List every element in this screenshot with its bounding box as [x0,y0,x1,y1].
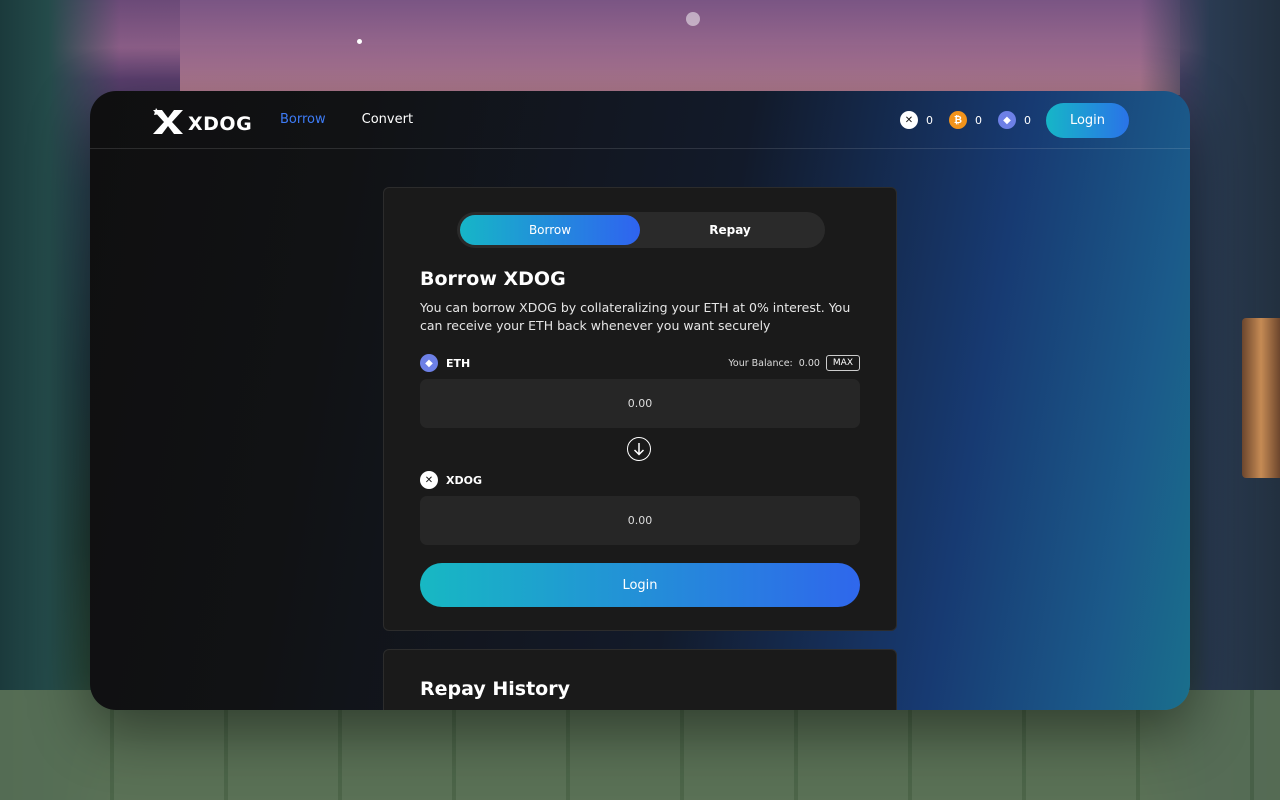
eth-amount-input[interactable] [420,379,860,428]
tab-borrow[interactable]: Borrow [460,215,640,245]
background-lantern [1242,318,1280,478]
to-token-row: ✕ XDOG [420,470,860,490]
header-login-button[interactable]: Login [1046,103,1129,138]
main-nav: Borrow Convert [280,112,413,127]
balance-value: 0.00 [798,357,820,369]
background-star [686,12,700,26]
borrow-repay-tabs: Borrow Repay [457,212,825,248]
xdog-icon: ✕ [420,471,438,489]
card-title: Borrow XDOG [420,268,566,290]
wallet-balances: ✕ 0 ₿ 0 ◆ 0 [900,111,1031,129]
from-token-row: ◆ ETH Your Balance: 0.00 MAX [420,353,860,373]
xdog-amount-input[interactable] [420,496,860,545]
nav-item-convert[interactable]: Convert [362,112,413,127]
arrow-down-icon[interactable] [627,437,651,461]
app-window: XDOG Borrow Convert ✕ 0 ₿ 0 ◆ 0 Login Bo… [90,91,1190,710]
header: XDOG Borrow Convert ✕ 0 ₿ 0 ◆ 0 Login [90,91,1190,149]
balance-bitcoin-value: 0 [975,113,982,127]
bitcoin-icon: ₿ [949,111,967,129]
brand-name: XDOG [188,113,253,135]
tab-repay[interactable]: Repay [640,215,820,245]
balance-bitcoin: ₿ 0 [949,111,982,129]
max-button[interactable]: MAX [825,355,860,371]
xdog-icon: ✕ [900,111,918,129]
ethereum-icon: ◆ [420,354,438,372]
repay-history-title: Repay History [420,678,570,700]
background-star [357,39,362,44]
from-balance: Your Balance: 0.00 MAX [728,355,860,371]
balance-xdog: ✕ 0 [900,111,933,129]
background-sky [180,0,1180,95]
borrow-card: Borrow Repay Borrow XDOG You can borrow … [383,187,897,631]
balance-ethereum: ◆ 0 [998,111,1031,129]
balance-ethereum-value: 0 [1024,113,1031,127]
nav-item-borrow[interactable]: Borrow [280,112,326,127]
repay-history-panel: Repay History [383,649,897,710]
from-token-name: ETH [446,356,471,370]
card-login-button[interactable]: Login [420,563,860,607]
to-token-name: XDOG [446,473,482,487]
brand-logo[interactable]: XDOG [150,106,252,136]
balance-xdog-value: 0 [926,113,933,127]
card-description: You can borrow XDOG by collateralizing y… [420,300,851,333]
balance-label: Your Balance: [728,357,793,369]
xdog-logo-icon [153,108,183,134]
ethereum-icon: ◆ [998,111,1016,129]
arrow-down-glyph [633,443,645,456]
